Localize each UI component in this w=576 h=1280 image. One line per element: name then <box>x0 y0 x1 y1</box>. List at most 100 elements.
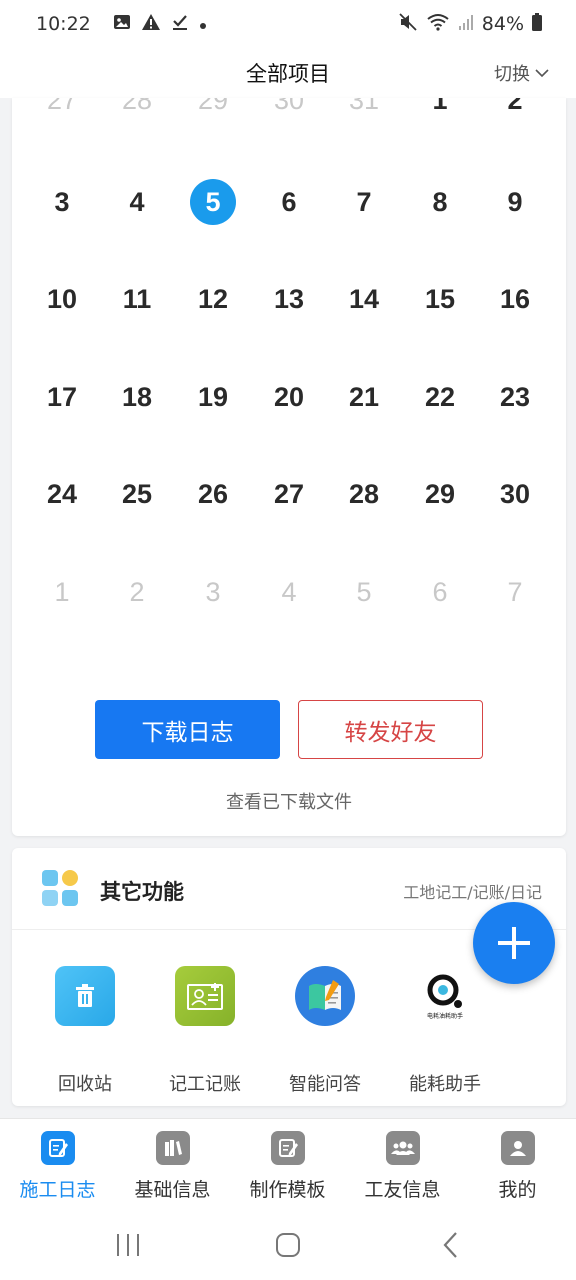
calendar-day[interactable]: 26 <box>183 464 243 524</box>
calendar-day-number: 19 <box>197 381 229 412</box>
chevron-down-icon <box>535 69 549 78</box>
calendar-day[interactable]: 7 <box>334 172 394 232</box>
calendar-day-number: 18 <box>121 381 153 412</box>
calendar-day[interactable]: 18 <box>107 367 167 427</box>
books-icon <box>155 1131 190 1165</box>
tab-basic-info[interactable]: 基础信息 <box>115 1131 230 1202</box>
calendar-day[interactable]: 15 <box>410 269 470 329</box>
calendar-day[interactable]: 30 <box>259 98 319 130</box>
calendar-day[interactable]: 6 <box>410 562 470 622</box>
calendar-day-number: 3 <box>205 576 221 607</box>
status-bar: 10:22 84% <box>0 0 576 48</box>
calendar-day-number: 5 <box>190 179 236 225</box>
calendar-day[interactable]: 16 <box>485 269 545 329</box>
calendar-day-number: 27 <box>46 98 78 115</box>
energy-logo-icon: 电耗油耗助手 <box>415 966 475 1026</box>
share-friend-button[interactable]: 转发好友 <box>298 700 483 759</box>
home-button[interactable] <box>274 1230 302 1260</box>
calendar-day[interactable]: 21 <box>334 367 394 427</box>
tab-label: 我的 <box>498 1179 537 1201</box>
calendar-day[interactable]: 4 <box>107 172 167 232</box>
work-accounting-item[interactable]: 记工记账 <box>145 966 265 1096</box>
apps-grid-icon <box>42 870 78 906</box>
calendar-day[interactable]: 4 <box>259 562 319 622</box>
calendar-day[interactable]: 14 <box>334 269 394 329</box>
calendar-day[interactable]: 25 <box>107 464 167 524</box>
calendar-day[interactable]: 19 <box>183 367 243 427</box>
tab-mine[interactable]: 我的 <box>460 1131 575 1202</box>
calendar-day[interactable]: 28 <box>334 464 394 524</box>
status-time: 10:22 <box>36 13 91 35</box>
calendar-day[interactable]: 12 <box>183 269 243 329</box>
calendar-day[interactable]: 5 <box>334 562 394 622</box>
calendar-day[interactable]: 30 <box>485 464 545 524</box>
calendar-day[interactable]: 9 <box>485 172 545 232</box>
tab-make-template[interactable]: 制作模板 <box>230 1131 345 1202</box>
calendar-day[interactable]: 29 <box>410 464 470 524</box>
tab-label: 制作模板 <box>249 1179 326 1201</box>
calendar-day[interactable]: 31 <box>334 98 394 130</box>
calendar-day[interactable]: 11 <box>107 269 167 329</box>
edit-doc-icon <box>40 1131 75 1165</box>
app-header: 全部项目 切换 <box>0 48 576 98</box>
switch-label: 切换 <box>494 64 530 85</box>
tab-construction-log[interactable]: 施工日志 <box>0 1131 115 1202</box>
calendar-day-number: 5 <box>356 576 372 607</box>
system-nav-bar <box>0 1212 576 1280</box>
calendar-day[interactable]: 2 <box>485 98 545 130</box>
calendar-day-number: 1 <box>54 576 70 607</box>
calendar-day[interactable]: 17 <box>32 367 92 427</box>
recycle-bin-item[interactable]: 回收站 <box>25 966 145 1096</box>
calendar-day[interactable]: 1 <box>410 98 470 130</box>
calendar-day-number: 23 <box>499 381 531 412</box>
calendar-day[interactable]: 3 <box>183 562 243 622</box>
calendar-day-number: 17 <box>46 381 78 412</box>
plus-icon <box>498 927 530 959</box>
calendar-day-number: 14 <box>348 283 380 314</box>
battery-percent: 84% <box>481 13 524 35</box>
tab-worker-info[interactable]: 工友信息 <box>345 1131 460 1202</box>
calendar-day[interactable]: 22 <box>410 367 470 427</box>
calendar-day-number: 16 <box>499 283 531 314</box>
calendar-day[interactable]: 10 <box>32 269 92 329</box>
recents-button[interactable] <box>114 1230 142 1260</box>
view-downloaded-files-link[interactable]: 查看已下载文件 <box>12 788 566 814</box>
calendar-day-number: 29 <box>424 478 456 509</box>
template-edit-icon <box>270 1131 305 1165</box>
add-fab-button[interactable] <box>473 902 555 984</box>
calendar-day[interactable]: 1 <box>32 562 92 622</box>
calendar-day[interactable]: 27 <box>32 98 92 130</box>
smart-qa-item[interactable]: 智能问答 <box>265 966 385 1096</box>
other-functions-title: 其它功能 <box>100 880 184 904</box>
energy-assistant-item[interactable]: 电耗油耗助手 能耗助手 <box>385 966 505 1096</box>
calendar-card: 27 28 29 30 31 1 2 3 4 5 6 7 8 9 10 11 12 13 14 15 16 17 18 19 2… <box>12 98 566 836</box>
home-icon <box>276 1233 300 1257</box>
calendar-day[interactable]: 24 <box>32 464 92 524</box>
person-icon <box>500 1131 535 1165</box>
calendar-day[interactable]: 6 <box>259 172 319 232</box>
calendar-day[interactable]: 13 <box>259 269 319 329</box>
calendar-day[interactable]: 7 <box>485 562 545 622</box>
group-icon <box>385 1131 420 1165</box>
switch-project-button[interactable]: 切换 <box>494 60 550 86</box>
calendar-day[interactable]: 29 <box>183 98 243 130</box>
calendar-day-number: 11 <box>122 283 152 314</box>
calendar-day[interactable]: 2 <box>107 562 167 622</box>
download-log-button[interactable]: 下载日志 <box>95 700 280 759</box>
calendar-day[interactable]: 8 <box>410 172 470 232</box>
calendar-day-number: 4 <box>281 576 297 607</box>
calendar-day[interactable]: 3 <box>32 172 92 232</box>
calendar-day-number: 7 <box>356 186 372 217</box>
calendar-day[interactable]: 20 <box>259 367 319 427</box>
calendar-day-number: 28 <box>348 478 380 509</box>
calendar-day-number: 9 <box>507 186 523 217</box>
tab-label: 工友信息 <box>364 1179 441 1201</box>
calendar-day[interactable]: 27 <box>259 464 319 524</box>
calendar-day[interactable]: 28 <box>107 98 167 130</box>
back-button[interactable] <box>438 1230 462 1260</box>
calendar-day-selected[interactable]: 5 <box>183 172 243 232</box>
calendar-day-number: 15 <box>424 283 456 314</box>
tab-label: 基础信息 <box>134 1179 211 1201</box>
tab-label: 施工日志 <box>19 1179 96 1201</box>
calendar-day[interactable]: 23 <box>485 367 545 427</box>
